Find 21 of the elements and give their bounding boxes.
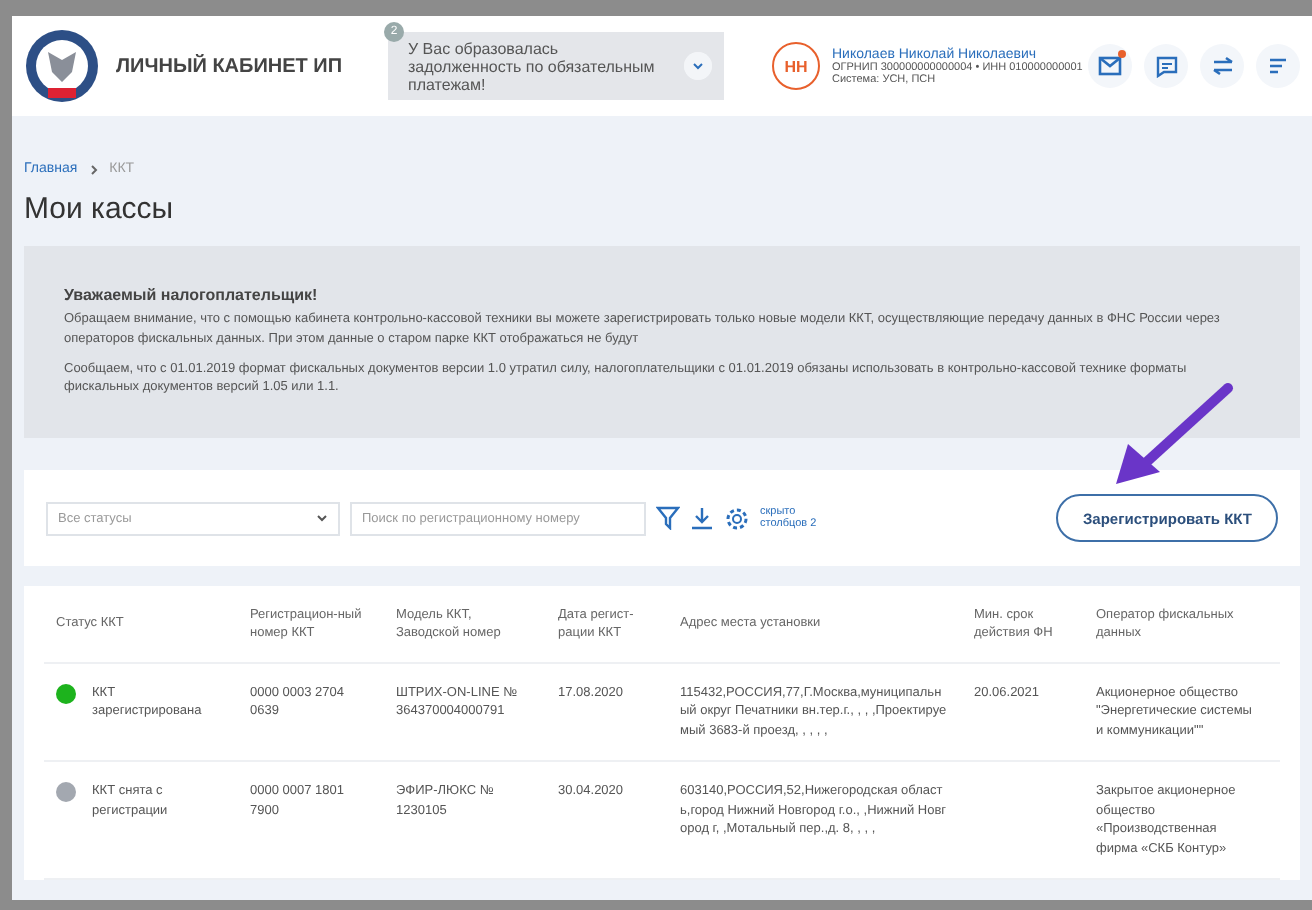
chevron-right-icon [89, 163, 98, 175]
user-avatar[interactable]: НН [772, 42, 820, 90]
annotation-arrow [1112, 380, 1236, 488]
page-title: Мои кассы [24, 192, 176, 226]
download-icon[interactable] [690, 506, 714, 530]
emblem-logo [24, 28, 100, 104]
settings-icon[interactable] [724, 505, 750, 531]
menu-icon [1268, 56, 1288, 76]
app-title: ЛИЧНЫЙ КАБИНЕТ ИП [116, 55, 345, 77]
chat-button[interactable] [1144, 44, 1188, 88]
notification-text: У Вас образовалась задолженность по обязательным платежам! [408, 39, 657, 93]
debt-notification[interactable]: У Вас образовалась задолженность по обязательным платежам! [388, 32, 724, 100]
chat-icon [1155, 55, 1177, 77]
filter-icon[interactable] [656, 506, 680, 530]
swap-button[interactable] [1200, 44, 1244, 88]
mail-button[interactable] [1088, 44, 1132, 88]
menu-button[interactable] [1256, 44, 1300, 88]
envelope-icon [1098, 56, 1122, 76]
swap-arrows-icon [1211, 56, 1233, 76]
notice-heading: Уважаемый налогоплательщик! [64, 286, 320, 304]
chevron-down-icon [316, 514, 328, 522]
